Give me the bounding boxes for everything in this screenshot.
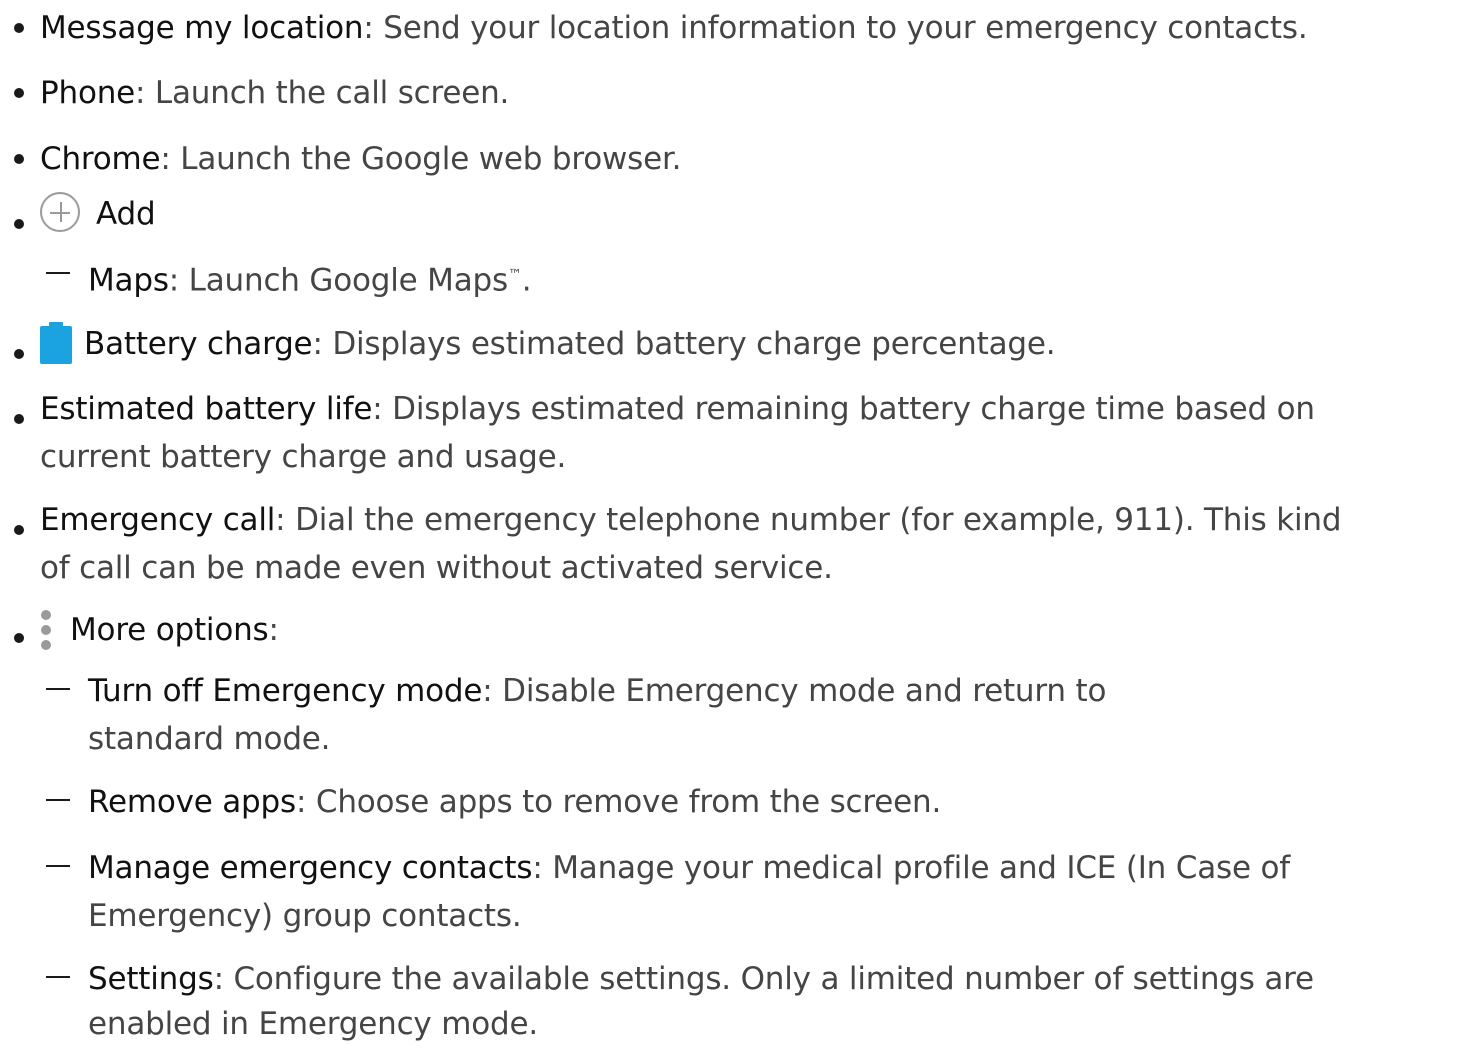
trademark-symbol: ™	[507, 267, 522, 283]
bullet	[14, 23, 24, 33]
item-term: Remove apps	[88, 784, 296, 820]
bullet	[14, 633, 24, 643]
bullet	[14, 525, 24, 535]
item-term: Turn off Emergency mode	[88, 673, 483, 709]
bullet	[14, 88, 24, 98]
item-term: More options	[70, 612, 269, 648]
item-description: Send your location information to your e…	[373, 10, 1308, 46]
item-term: Phone	[40, 75, 136, 111]
item-term: Estimated battery life	[40, 391, 373, 427]
bullet	[14, 154, 24, 164]
more-options-icon	[40, 610, 52, 652]
dash-marker	[46, 272, 70, 274]
item-description: Launch the Google web browser.	[170, 141, 682, 177]
item-term: Manage emergency contacts	[88, 850, 533, 886]
battery-icon	[40, 322, 72, 364]
item-term: Add	[96, 196, 156, 232]
item-description-continued: enabled in Emergency mode.	[88, 1006, 538, 1042]
item-term: Chrome	[40, 141, 161, 177]
item-description: Launch Google Maps	[179, 262, 508, 299]
item-description: Configure the available settings. Only a…	[223, 961, 1314, 997]
bullet	[14, 219, 24, 229]
bullet	[14, 349, 24, 359]
add-circle-icon	[40, 192, 80, 232]
dash-marker	[46, 976, 70, 978]
bullet	[14, 414, 24, 424]
item-description-continued: of call can be made even without activat…	[40, 550, 833, 586]
item-description: Displays estimated remaining battery cha…	[382, 391, 1315, 427]
item-description: Choose apps to remove from the screen.	[306, 784, 942, 820]
item-term: Emergency call	[40, 502, 276, 538]
item-description-continued: current battery charge and usage.	[40, 439, 567, 475]
item-description: Manage your medical profile and ICE (In …	[542, 850, 1290, 886]
dash-marker	[46, 865, 70, 867]
item-description: Disable Emergency mode and return to	[492, 673, 1107, 709]
dash-marker	[46, 799, 70, 801]
item-description-continued: standard mode.	[88, 721, 331, 757]
item-term: Settings	[88, 961, 214, 997]
item-description: Displays estimated battery charge percen…	[322, 326, 1056, 362]
item-description: Dial the emergency telephone number (for…	[285, 502, 1342, 538]
item-description: Launch the call screen.	[145, 75, 510, 111]
item-term: Maps	[88, 262, 169, 299]
dash-marker	[46, 688, 70, 690]
item-term: Battery charge	[84, 326, 313, 362]
item-term: Message my location	[40, 10, 364, 46]
item-description-continued: Emergency) group contacts.	[88, 898, 522, 934]
